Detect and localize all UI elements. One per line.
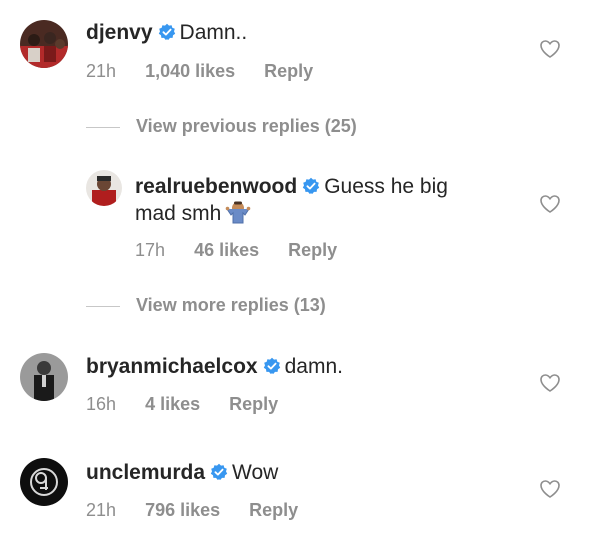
comment-time: 17h (135, 240, 166, 260)
avatar[interactable] (20, 458, 68, 506)
heart-outline-icon[interactable] (540, 40, 560, 63)
likes-count[interactable]: 46 likes (194, 240, 259, 260)
likes-count[interactable]: 4 likes (145, 394, 200, 414)
reply-button[interactable]: Reply (264, 61, 313, 81)
reply-button[interactable]: Reply (288, 240, 337, 260)
divider (86, 305, 120, 307)
comment-time: 16h (86, 394, 117, 414)
comment-text: Damn.. (179, 21, 248, 44)
divider (86, 126, 120, 128)
comment-time: 21h (86, 500, 117, 520)
username[interactable]: bryanmichaelcox (86, 355, 258, 378)
username[interactable]: realruebenwood (135, 175, 297, 198)
verified-badge-icon (158, 21, 176, 48)
heart-outline-icon[interactable] (540, 374, 560, 397)
man-shrugging-emoji (225, 199, 251, 232)
view-more-replies-label: View more replies (13) (136, 295, 326, 315)
likes-count[interactable]: 1,040 likes (145, 61, 235, 81)
comment-text: Wow (232, 461, 279, 484)
comment-text: Guess he big (324, 175, 448, 198)
likes-count[interactable]: 796 likes (145, 500, 220, 520)
username[interactable]: djenvy (86, 21, 153, 44)
view-previous-replies-button[interactable]: View previous replies (25) (86, 116, 357, 140)
view-more-replies-button[interactable]: View more replies (13) (86, 295, 326, 319)
heart-outline-icon[interactable] (540, 195, 560, 218)
comment-text-line2: mad smh (135, 202, 222, 225)
view-previous-replies-label: View previous replies (25) (136, 116, 357, 136)
avatar[interactable] (86, 170, 122, 206)
comment-text: damn. (284, 355, 343, 378)
verified-badge-icon (263, 355, 281, 382)
comment-time: 21h (86, 61, 117, 81)
username[interactable]: unclemurda (86, 461, 205, 484)
avatar[interactable] (20, 353, 68, 401)
heart-outline-icon[interactable] (540, 480, 560, 503)
verified-badge-icon (302, 175, 320, 202)
reply-button[interactable]: Reply (229, 394, 278, 414)
verified-badge-icon (210, 461, 228, 488)
avatar[interactable] (20, 20, 68, 68)
reply-button[interactable]: Reply (249, 500, 298, 520)
